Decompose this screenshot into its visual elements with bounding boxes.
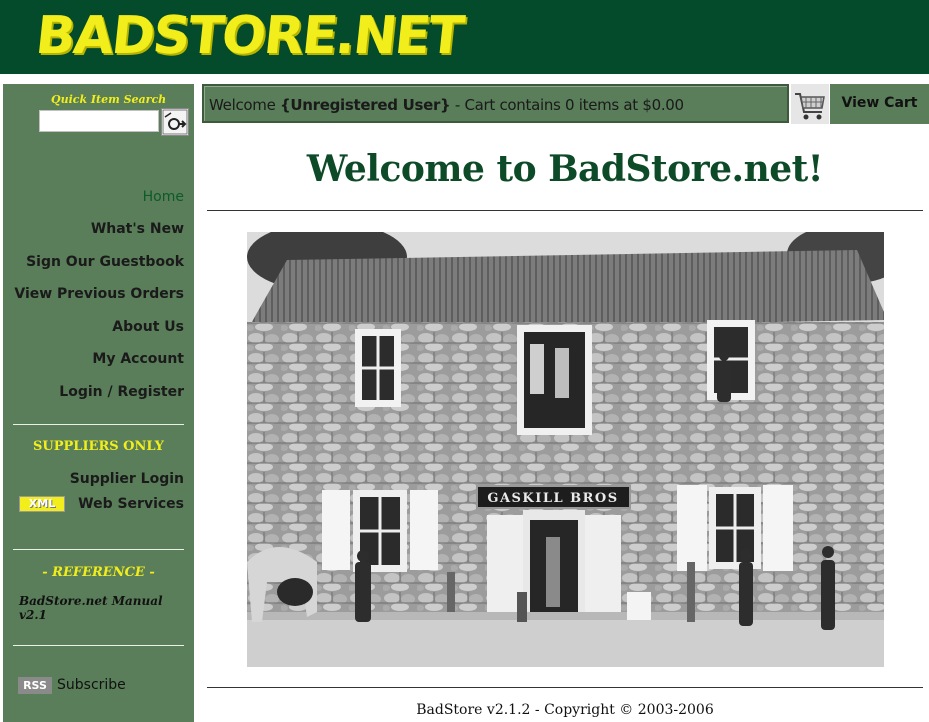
site-logo[interactable]: BADSTORE.NET <box>33 6 465 66</box>
title-divider <box>207 210 923 211</box>
nav-web-services[interactable]: Web Services <box>78 496 184 512</box>
nav-previous-orders[interactable]: View Previous Orders <box>14 286 184 302</box>
search-go-button[interactable] <box>161 108 189 136</box>
quick-search-input[interactable] <box>39 110 159 132</box>
view-cart-button[interactable]: View Cart <box>830 84 929 124</box>
rss-subscribe-link[interactable]: Subscribe <box>57 677 126 693</box>
nav-supplier-login[interactable]: Supplier Login <box>70 471 184 487</box>
manual-link[interactable]: BadStore.net Manual v2.1 <box>19 594 194 622</box>
footer-copyright: BadStore v2.1.2 - Copyright © 2003-2006 <box>416 702 714 718</box>
nav-guestbook[interactable]: Sign Our Guestbook <box>26 254 184 270</box>
xml-icon: XML <box>19 496 65 512</box>
storefront-photo: GASKILL BROS <box>247 232 884 667</box>
store-sign-text: GASKILL BROS <box>487 491 618 506</box>
welcome-bar: Welcome {Unregistered User} - Cart conta… <box>202 84 789 123</box>
shopping-cart-icon <box>791 84 829 124</box>
nav-about-us[interactable]: About Us <box>112 319 184 335</box>
search-go-icon <box>162 109 188 135</box>
welcome-message: Welcome {Unregistered User} - Cart conta… <box>209 96 684 114</box>
sidebar-divider <box>13 645 184 646</box>
footer-divider <box>207 687 923 688</box>
page-title: Welcome to BadStore.net! <box>306 148 824 190</box>
cart-icon[interactable] <box>791 84 829 124</box>
nav-login-register[interactable]: Login / Register <box>59 384 184 400</box>
site-header: BADSTORE.NET <box>0 0 929 78</box>
welcome-prefix: Welcome <box>209 96 280 114</box>
reference-heading: - REFERENCE - <box>42 565 155 580</box>
nav-whats-new[interactable]: What's New <box>91 221 184 237</box>
rss-icon[interactable]: RSS <box>18 677 52 694</box>
current-user: {Unregistered User} <box>279 96 451 114</box>
quick-search-label: Quick Item Search <box>51 93 167 106</box>
sidebar-divider <box>13 549 184 550</box>
sidebar: Quick Item Search Home What's New Sign O… <box>3 84 194 722</box>
nav-home[interactable]: Home <box>143 189 184 205</box>
sidebar-divider <box>13 424 184 425</box>
cart-summary: - Cart contains 0 items at $0.00 <box>450 96 684 114</box>
nav-my-account[interactable]: My Account <box>92 351 184 367</box>
suppliers-heading: SUPPLIERS ONLY <box>33 439 164 454</box>
